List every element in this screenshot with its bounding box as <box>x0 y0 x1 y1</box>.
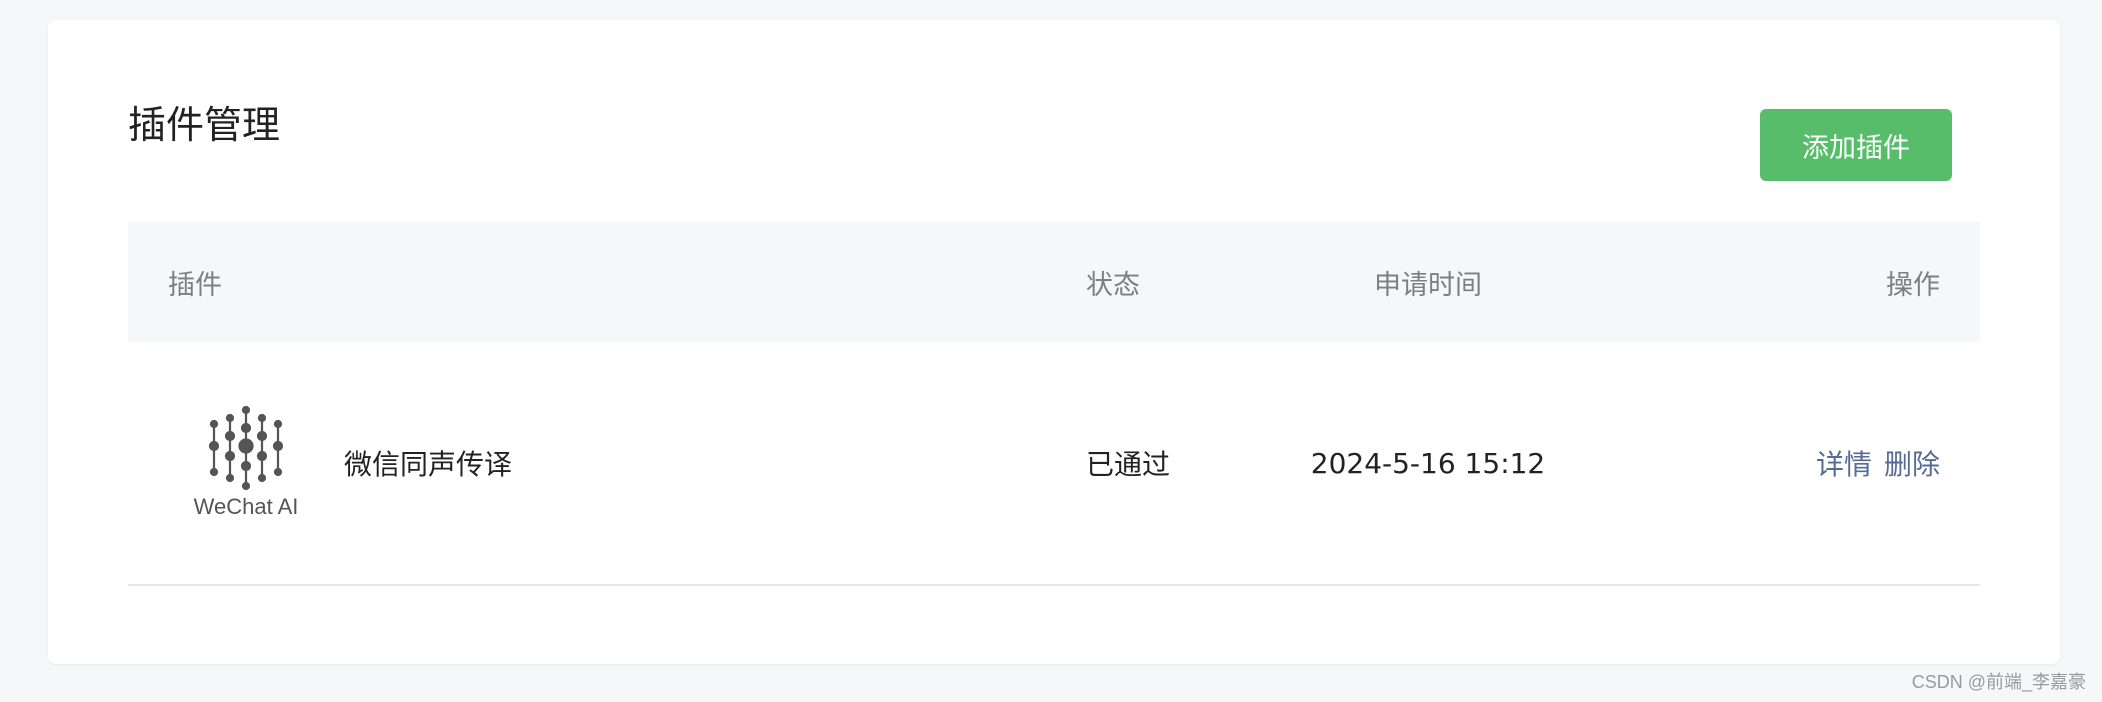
apply-time: 2024-5-16 15:12 <box>1310 446 1546 480</box>
column-header-status: 状态 <box>1086 269 1140 301</box>
add-plugin-button[interactable]: 添加插件 <box>1760 109 1952 181</box>
plugin-management-card: 插件管理 添加插件 插件 状态 申请时间 操作 WeChat AI 微信同声传译… <box>48 20 2060 664</box>
wechat-ai-logo-icon: WeChat AI <box>188 404 312 522</box>
plugin-status: 已通过 <box>1086 448 1171 481</box>
detail-link[interactable]: 详情 <box>1816 443 1872 483</box>
column-header-plugin: 插件 <box>168 269 222 301</box>
table-row: WeChat AI 微信同声传译 已通过 2024-5-16 15:12 详情 … <box>128 342 1980 586</box>
row-operations: 详情 删除 <box>1816 342 1940 584</box>
plugin-name: 微信同声传译 <box>344 448 513 481</box>
column-header-ops: 操作 <box>1886 269 1940 301</box>
column-header-time: 申请时间 <box>1374 269 1482 301</box>
wechat-ai-logo-text: WeChat AI <box>194 494 299 519</box>
plugin-table: 插件 状态 申请时间 操作 WeChat AI 微信同声传译 已通过 2024-… <box>128 222 1980 586</box>
delete-link[interactable]: 删除 <box>1884 443 1940 483</box>
watermark: CSDN @前端_李嘉豪 <box>1911 672 2086 692</box>
table-header: 插件 状态 申请时间 操作 <box>128 222 1980 342</box>
page-title: 插件管理 <box>128 103 281 147</box>
